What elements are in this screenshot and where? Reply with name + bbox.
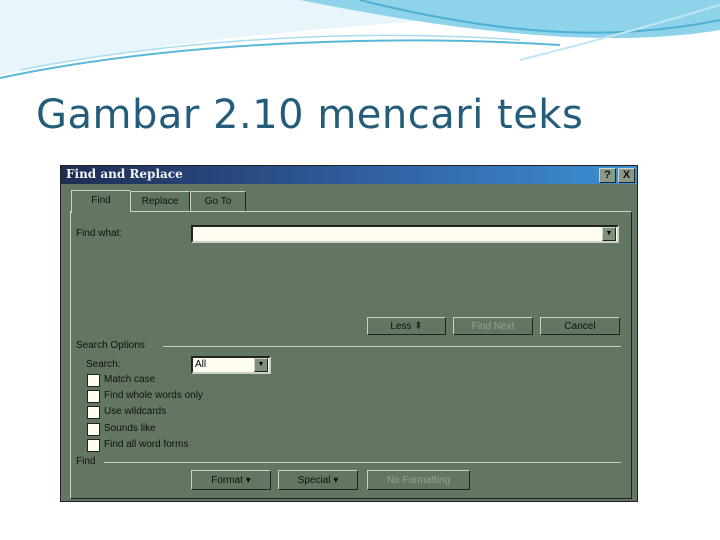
tab-go-to[interactable]: Go To bbox=[190, 191, 246, 211]
dialog-title: Find and Replace bbox=[66, 167, 183, 181]
find-next-button[interactable]: Find Next bbox=[453, 317, 533, 335]
chevron-down-icon[interactable]: ▼ bbox=[602, 227, 616, 241]
help-icon[interactable]: ? bbox=[599, 168, 616, 183]
match-case-label: Match case bbox=[104, 374, 156, 385]
divider bbox=[163, 346, 621, 347]
wildcards-label: Use wildcards bbox=[104, 406, 167, 417]
whole-words-label: Find whole words only bbox=[104, 390, 203, 401]
word-forms-checkbox[interactable] bbox=[87, 439, 100, 452]
cancel-button[interactable]: Cancel bbox=[540, 317, 620, 335]
tab-find[interactable]: Find bbox=[71, 190, 130, 213]
search-label: Search: bbox=[86, 359, 121, 370]
whole-words-checkbox[interactable] bbox=[87, 390, 100, 403]
word-forms-label: Find all word forms bbox=[104, 439, 189, 450]
match-case-checkbox[interactable] bbox=[87, 374, 100, 387]
wildcards-checkbox[interactable] bbox=[87, 406, 100, 419]
close-icon[interactable]: X bbox=[618, 168, 635, 183]
no-formatting-button[interactable]: No Formatting bbox=[367, 470, 470, 490]
slide-title: Gambar 2.10 mencari teks bbox=[36, 92, 584, 138]
find-what-input[interactable] bbox=[191, 225, 619, 243]
less-button[interactable]: Less ⇞ bbox=[367, 317, 446, 335]
find-group-label: Find bbox=[76, 456, 96, 467]
special-button[interactable]: Special ▾ bbox=[278, 470, 358, 490]
sounds-like-checkbox[interactable] bbox=[87, 423, 100, 436]
search-options-label: Search Options bbox=[76, 340, 145, 351]
chevron-down-icon[interactable]: ▼ bbox=[254, 358, 268, 372]
tab-replace[interactable]: Replace bbox=[130, 191, 190, 211]
sounds-like-label: Sounds like bbox=[104, 423, 156, 434]
find-what-label: Find what: bbox=[76, 228, 123, 239]
format-button[interactable]: Format ▾ bbox=[191, 470, 271, 490]
find-replace-dialog: Find and Replace ? X Find Replace Go To … bbox=[60, 165, 638, 502]
divider bbox=[104, 462, 621, 463]
tab-panel bbox=[70, 211, 632, 499]
title-bar: Find and Replace ? X bbox=[61, 166, 637, 184]
header-wave-decoration bbox=[0, 0, 720, 79]
